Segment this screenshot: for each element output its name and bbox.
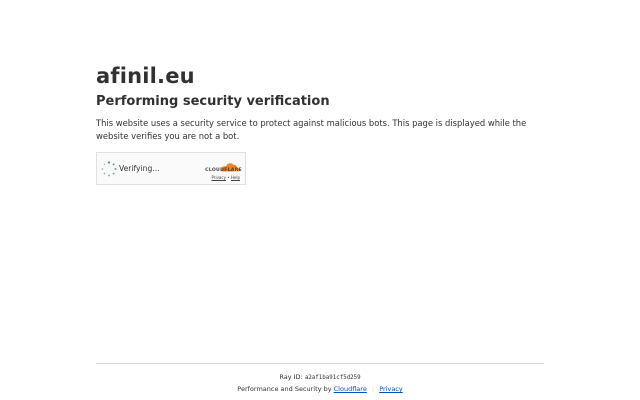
cloudflare-brand: CLOUDFLARE Privacy • Help bbox=[200, 157, 242, 181]
turnstile-widget[interactable]: Verifying... CLOUDFLARE Privacy • Help bbox=[96, 152, 246, 185]
cloudflare-link[interactable]: Cloudflare bbox=[334, 385, 367, 393]
page-description: This website uses a security service to … bbox=[96, 118, 527, 141]
performance-prefix: Performance and Security by bbox=[237, 385, 332, 393]
page-heading: Performing security verification bbox=[96, 94, 330, 109]
widget-links: Privacy • Help bbox=[211, 175, 240, 180]
footer: Ray ID: a2af1ba91cf5d259 Performance and… bbox=[96, 363, 544, 394]
performance-line: Performance and Security by Cloudflare |… bbox=[96, 385, 544, 394]
cloudflare-wordmark: CLOUDFLARE bbox=[205, 168, 242, 173]
verifying-status: Verifying... bbox=[119, 164, 160, 173]
footer-separator: | bbox=[371, 385, 375, 393]
widget-privacy-link[interactable]: Privacy bbox=[211, 175, 225, 180]
footer-privacy-link[interactable]: Privacy bbox=[379, 385, 403, 393]
widget-help-link[interactable]: Help bbox=[231, 175, 240, 180]
widget-link-separator: • bbox=[227, 175, 230, 180]
loading-spinner-icon bbox=[101, 161, 117, 177]
main-content: afinil.eu Performing security verificati… bbox=[96, 62, 544, 142]
ray-id-line: Ray ID: a2af1ba91cf5d259 bbox=[96, 373, 544, 383]
ray-id-label: Ray ID: bbox=[279, 373, 303, 381]
site-title: afinil.eu bbox=[96, 64, 195, 88]
ray-id-value: a2af1ba91cf5d259 bbox=[304, 375, 361, 381]
